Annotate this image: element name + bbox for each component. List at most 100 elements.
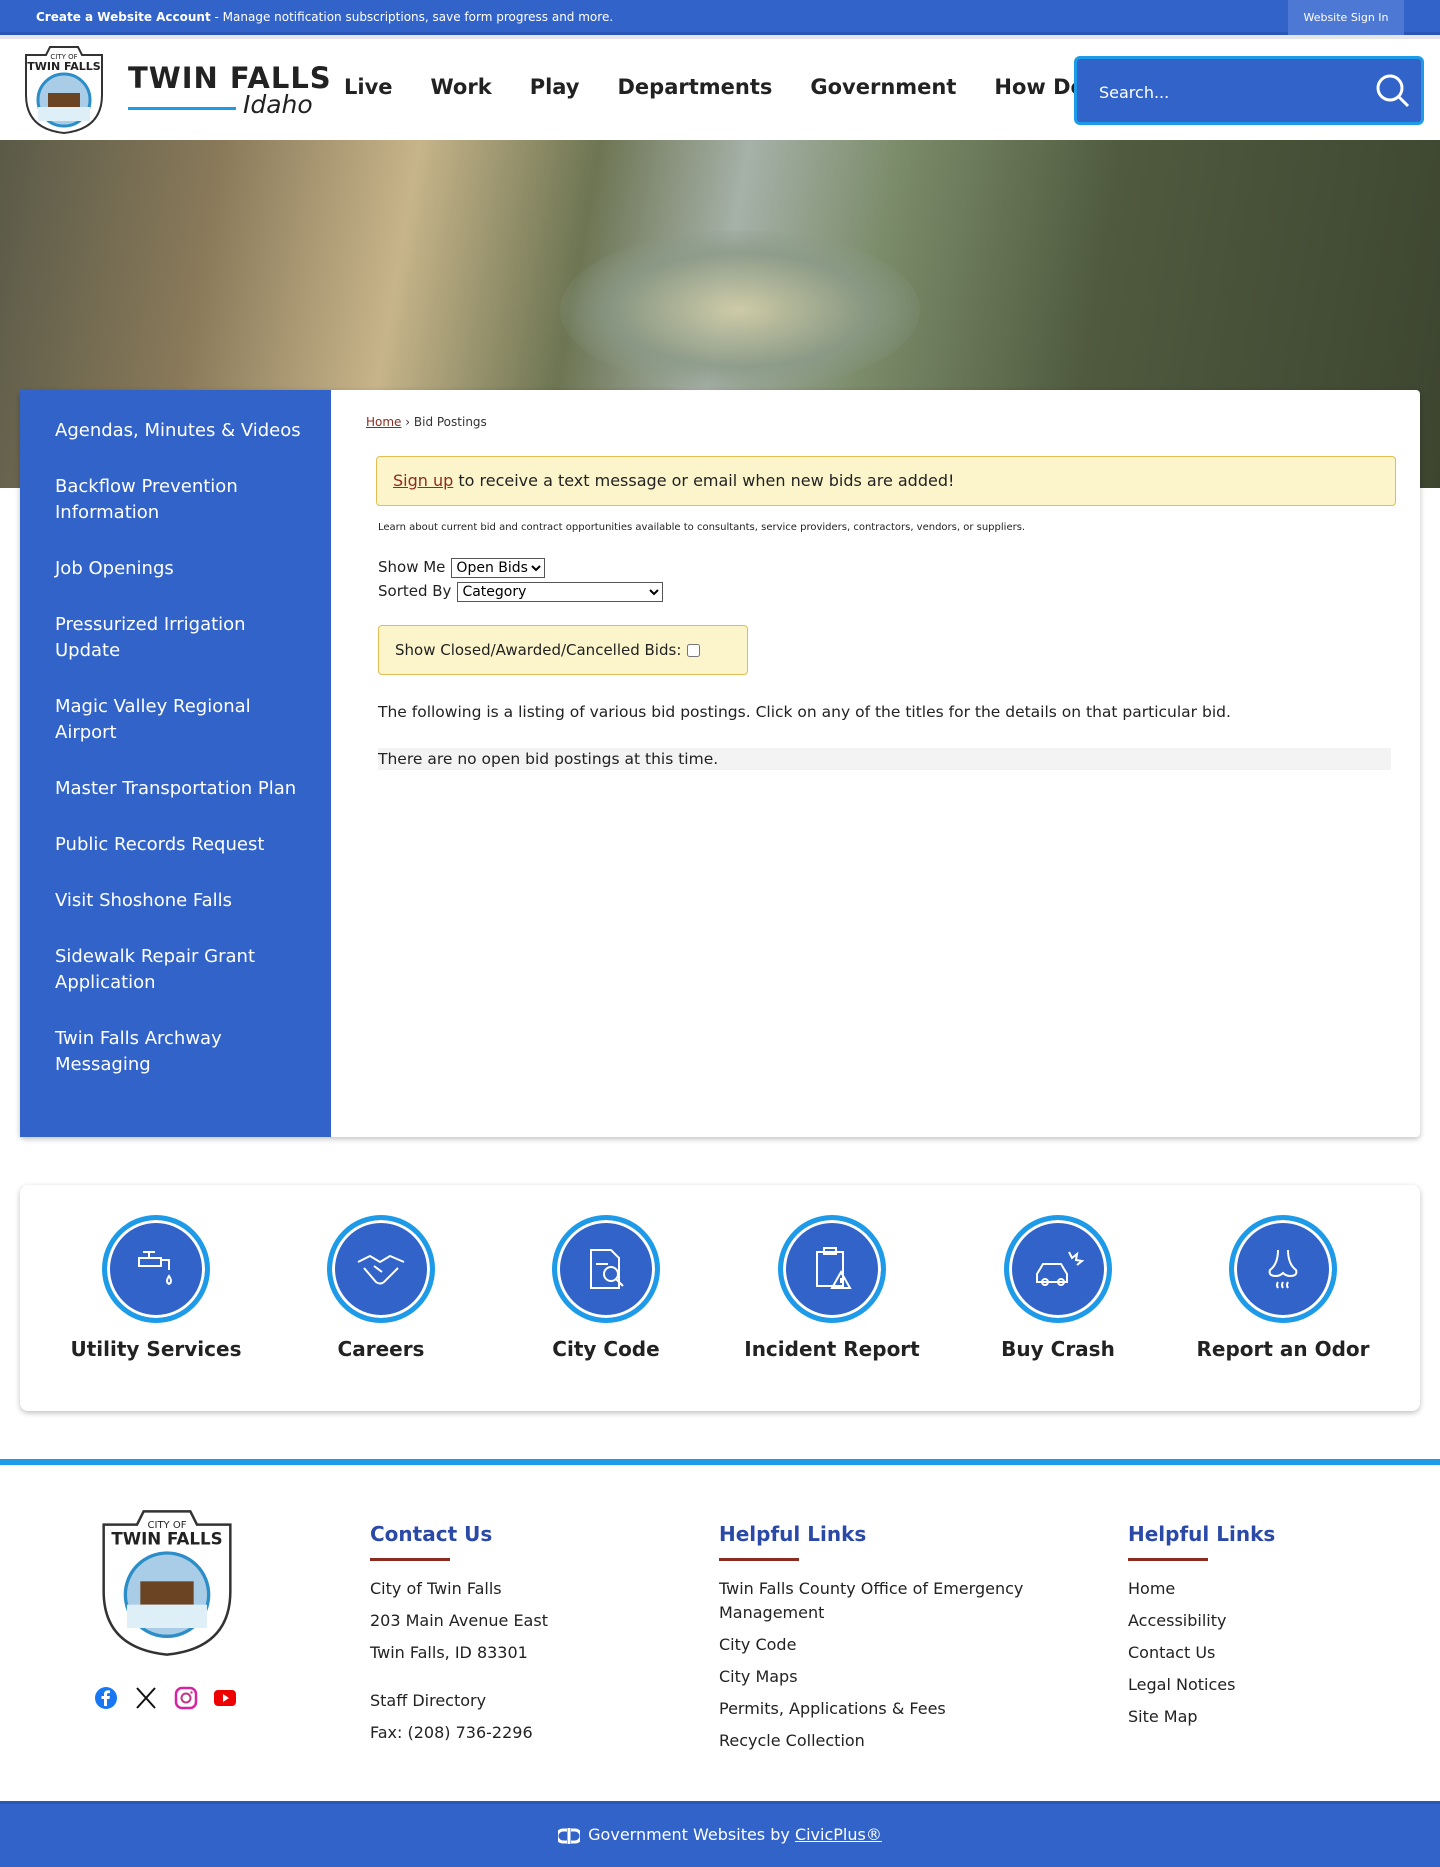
footer-divider [0,1459,1440,1465]
civicplus-icon [555,1827,583,1844]
content-card: Agendas, Minutes & Videos Backflow Preve… [20,390,1420,1137]
quick-link-label: Buy Crash [1001,1337,1115,1361]
top-bar: Create a Website Account - Manage notifi… [0,0,1440,35]
quick-link-incident-report[interactable]: Incident Report [722,1215,942,1361]
heading-underline [1128,1558,1208,1561]
sorted-by-row: Sorted By Category [378,582,664,602]
nav-live[interactable]: Live [344,75,393,99]
sidebar-item-jobs[interactable]: Job Openings [20,541,331,597]
show-me-select[interactable]: Open Bids [451,558,546,578]
main-content: Home › Bid Postings Sign up to receive a… [331,390,1420,1137]
quick-link-label: Careers [337,1337,425,1361]
facebook-icon[interactable] [94,1686,118,1710]
breadcrumb: Home › Bid Postings [366,415,487,429]
footer-city-logo[interactable]: CITY OF TWIN FALLS [86,1508,248,1658]
footer-contact-title: Contact Us [370,1522,493,1546]
quick-link-report-odor[interactable]: Report an Odor [1173,1215,1393,1361]
sorted-by-label: Sorted By [378,582,452,600]
footer-link-home[interactable]: Home [1128,1577,1275,1601]
nav-play[interactable]: Play [530,75,580,99]
show-me-label: Show Me [378,558,446,576]
quick-link-label: Report an Odor [1196,1337,1370,1361]
show-closed-label: Show Closed/Awarded/Cancelled Bids: [395,641,682,659]
credit-bar: Government Websites by CivicPlus® [0,1801,1440,1867]
staff-directory-link[interactable]: Staff Directory [370,1689,548,1713]
footer-helpful-links-2: Helpful Links Home Accessibility Contact… [1128,1522,1275,1737]
footer-link-legal[interactable]: Legal Notices [1128,1673,1275,1697]
credit-text: Government Websites by [588,1825,795,1844]
footer-helpful-title: Helpful Links [1128,1522,1276,1546]
youtube-icon[interactable] [213,1686,237,1710]
footer-helpful-links-1: Helpful Links Twin Falls County Office o… [719,1522,1059,1761]
quick-link-buy-crash[interactable]: Buy Crash [948,1215,1168,1361]
empty-message: There are no open bid postings at this t… [378,748,1391,770]
listing-text: The following is a listing of various bi… [378,703,1231,721]
signup-alert: Sign up to receive a text message or ema… [376,456,1396,506]
contact-line: 203 Main Avenue East [370,1611,548,1630]
search-icon[interactable] [1375,73,1411,109]
create-account-link[interactable]: Create a Website Account [36,10,211,24]
footer-link[interactable]: City Code [719,1633,1059,1657]
car-crash-icon [1036,1251,1085,1286]
footer-link[interactable]: Twin Falls County Office of Emergency Ma… [719,1577,1059,1625]
show-closed-checkbox[interactable] [687,644,701,657]
footer-link-contact[interactable]: Contact Us [1128,1641,1275,1665]
sidebar-item-irrigation[interactable]: Pressurized Irrigation Update [20,597,331,679]
footer-contact: Contact Us City of Twin Falls 203 Main A… [370,1522,548,1753]
faucet-icon [138,1251,172,1286]
brand-state: Idaho [243,90,313,119]
quick-link-label: Utility Services [70,1337,242,1361]
footer-link[interactable]: Permits, Applications & Fees [719,1697,1059,1721]
clipboard-warning-icon [816,1247,852,1289]
breadcrumb-separator: › [401,415,414,429]
footer-link[interactable]: Recycle Collection [719,1729,1059,1753]
search-input[interactable] [1099,79,1359,105]
sidebar-item-shoshone[interactable]: Visit Shoshone Falls [20,873,331,929]
header: CITY OF TWIN FALLS TWIN FALLS Idaho Live… [0,35,1440,140]
brand-divider [128,107,236,110]
sidebar: Agendas, Minutes & Videos Backflow Preve… [20,390,331,1137]
instagram-icon[interactable] [174,1686,198,1710]
sign-in-button[interactable]: Website Sign In [1288,0,1404,35]
sidebar-item-backflow[interactable]: Backflow Prevention Information [20,459,331,541]
footer-helpful-title: Helpful Links [719,1522,867,1546]
svg-text:TWIN FALLS: TWIN FALLS [111,1530,222,1549]
topbar-message: - Manage notification subscriptions, sav… [210,10,614,24]
sidebar-item-archway[interactable]: Twin Falls Archway Messaging [20,1011,331,1093]
footer-link[interactable]: City Maps [719,1665,1059,1689]
show-me-row: Show Me Open Bids [378,558,546,578]
heading-underline [370,1558,450,1561]
quick-link-label: City Code [552,1337,660,1361]
contact-line: Twin Falls, ID 83301 [370,1643,528,1662]
sorted-by-select[interactable]: Category [457,582,664,602]
heading-underline [719,1558,799,1561]
main-nav: Live Work Play Departments Government Ho… [344,75,1150,99]
breadcrumb-current: Bid Postings [413,415,487,429]
alert-text: to receive a text message or email when … [453,471,955,490]
sidebar-item-airport[interactable]: Magic Valley Regional Airport [20,679,331,761]
intro-text: Learn about current bid and contract opp… [378,522,1026,533]
sign-up-link[interactable]: Sign up [393,471,453,490]
civicplus-link[interactable]: CivicPlus® [795,1825,882,1844]
quick-link-label: Incident Report [744,1337,920,1361]
footer-link-sitemap[interactable]: Site Map [1128,1705,1275,1729]
quick-link-careers[interactable]: Careers [271,1215,491,1361]
nav-departments[interactable]: Departments [618,75,773,99]
breadcrumb-home[interactable]: Home [366,415,401,429]
nav-government[interactable]: Government [810,75,956,99]
nav-work[interactable]: Work [431,75,492,99]
sidebar-item-agendas[interactable]: Agendas, Minutes & Videos [20,403,331,459]
sidebar-item-records[interactable]: Public Records Request [20,817,331,873]
quick-link-utility-services[interactable]: Utility Services [46,1215,266,1361]
document-search-icon [590,1249,624,1289]
quick-links: Utility Services Careers City Code Incid… [20,1185,1420,1411]
sidebar-item-transportation[interactable]: Master Transportation Plan [20,761,331,817]
footer-link-accessibility[interactable]: Accessibility [1128,1609,1275,1633]
city-logo[interactable]: CITY OF TWIN FALLS [16,45,112,135]
handshake-icon [357,1254,405,1285]
x-icon[interactable] [134,1686,158,1710]
show-closed-box: Show Closed/Awarded/Cancelled Bids: [378,625,748,675]
quick-link-city-code[interactable]: City Code [496,1215,716,1361]
search-box [1074,56,1424,125]
sidebar-item-sidewalk[interactable]: Sidewalk Repair Grant Application [20,929,331,1011]
